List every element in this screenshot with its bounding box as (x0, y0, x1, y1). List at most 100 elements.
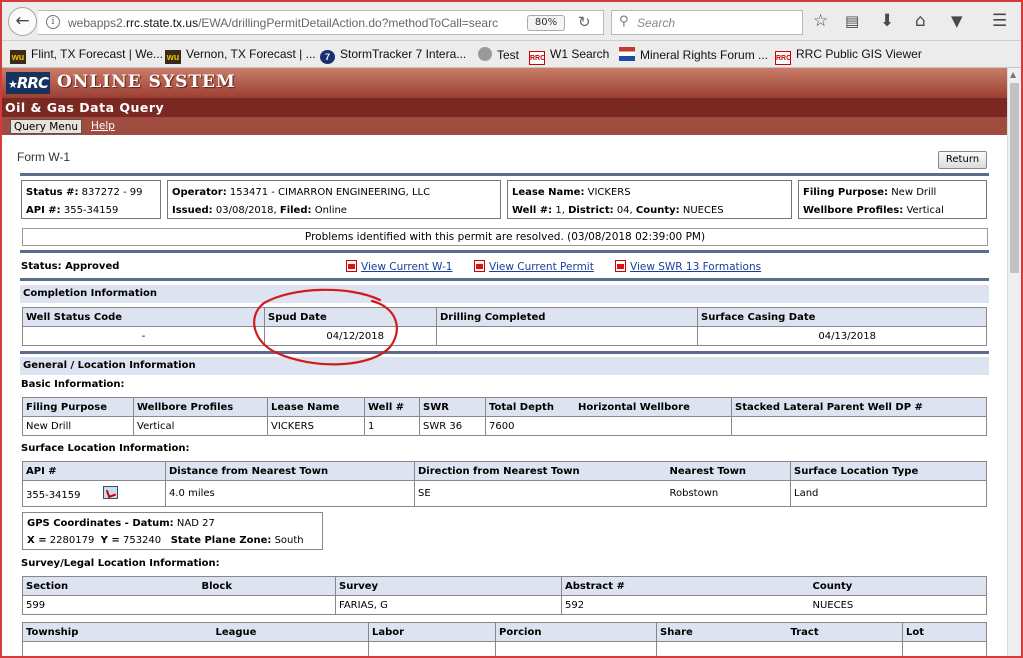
table-row (22, 641, 987, 658)
query-menu-tab[interactable]: Query Menu (10, 119, 83, 134)
back-arrow-icon[interactable]: ← (8, 7, 37, 36)
star-icon[interactable]: ☆ (813, 11, 828, 31)
table-cell (212, 641, 369, 658)
table-header-row: Section Block Survey Abstract # County (22, 576, 987, 596)
filing-box: Filing Purpose: New Drill Wellbore Profi… (798, 180, 987, 219)
pocket-icon[interactable]: ▼ (951, 11, 963, 31)
table-cell: NUECES (809, 595, 987, 615)
bookmarks-bar: wu Flint, TX Forecast | We... wu Vernon, T… (2, 41, 1021, 68)
home-icon[interactable]: ⌂ (915, 11, 926, 31)
surface-info-label: Surface Location Information: (21, 443, 190, 454)
help-link[interactable]: Help (88, 119, 118, 134)
search-box[interactable]: ⚲ Search (611, 10, 803, 35)
divider (20, 173, 989, 176)
zoom-indicator[interactable]: 80% (527, 15, 565, 31)
table-cell: 355-34159 (22, 480, 166, 507)
search-input[interactable]: Search (637, 16, 675, 30)
status-line: Status: Approved (21, 261, 120, 272)
info-icon[interactable]: i (46, 15, 60, 29)
url-text[interactable]: webapps2.rrc.state.tx.us/EWA/drillingPer… (68, 16, 498, 30)
table-cell: - (22, 326, 265, 346)
table-cell (495, 641, 657, 658)
basic-info-label: Basic Information: (21, 379, 125, 390)
table-header-row: API # Distance from Nearest Town Directi… (22, 461, 987, 481)
table-header: Abstract # (561, 576, 810, 596)
permit-message: Problems identified with this permit are… (22, 228, 988, 246)
table-header: Well # (364, 397, 420, 417)
bookmark-item[interactable]: wu Flint, TX Forecast | We... (10, 47, 163, 64)
divider (20, 250, 989, 253)
return-button[interactable]: Return (938, 151, 987, 169)
reading-list-icon[interactable]: ▤ (845, 11, 859, 31)
bookmark-item[interactable]: 7 StormTracker 7 Intera... (320, 47, 466, 64)
rrc-header: ★RRC ONLINE SYSTEM (2, 68, 1007, 98)
table-cell (22, 641, 213, 658)
bookmark-item[interactable]: RRC W1 Search (529, 47, 609, 65)
bookmark-item[interactable]: RRC RRC Public GIS Viewer (775, 47, 922, 65)
search-icon: ⚲ (619, 14, 629, 29)
divider (20, 278, 989, 281)
table-cell: 592 (561, 595, 810, 615)
table-header: Surface Casing Date (697, 307, 987, 327)
url-bar[interactable]: i webapps2.rrc.state.tx.us/EWA/drillingP… (38, 10, 604, 35)
menu-icon[interactable]: ☰ (992, 11, 1007, 31)
lease-box: Lease Name: VICKERS Well #: 1, District:… (507, 180, 792, 219)
view-swr13-link[interactable]: View SWR 13 Formations (615, 260, 761, 273)
table-header: County (809, 576, 987, 596)
table-row: 355-34159 4.0 miles SE Robstown Land (22, 480, 987, 507)
download-icon[interactable]: ⬇ (880, 11, 894, 31)
table-header: Survey (335, 576, 562, 596)
table-header-row: Filing Purpose Wellbore Profiles Lease N… (22, 397, 987, 417)
bookmark-item[interactable]: wu Vernon, TX Forecast | ... (165, 47, 316, 64)
reload-icon[interactable]: ↻ (578, 13, 591, 31)
table-header: Nearest Town (666, 461, 791, 481)
scrollbar[interactable]: ▲ (1007, 68, 1021, 656)
table-header: Drilling Completed (436, 307, 698, 327)
wu-icon: wu (165, 50, 181, 64)
bookmark-item[interactable]: Mineral Rights Forum ... (619, 47, 768, 62)
gps-coordinates-box: GPS Coordinates - Datum: NAD 27 X = 2280… (22, 512, 323, 550)
wu-icon: wu (10, 50, 26, 64)
divider (20, 351, 989, 354)
table-header: Porcion (495, 622, 657, 642)
table-header-row: Well Status Code Spud Date Drilling Comp… (22, 307, 987, 327)
table-cell (198, 595, 336, 615)
table-row: 599 FARIAS, G 592 NUECES (22, 595, 987, 615)
table-header: Section (22, 576, 199, 596)
table-cell: 04/12/2018 (264, 326, 437, 346)
pdf-icon (474, 260, 485, 272)
view-current-permit-link[interactable]: View Current Permit (474, 260, 594, 273)
table-header: API # (22, 461, 166, 481)
table-cell (902, 641, 987, 658)
rrc-icon: RRC (775, 51, 791, 65)
view-current-w1-link[interactable]: View Current W-1 (346, 260, 452, 273)
table-header: Lot (902, 622, 987, 642)
table-cell: Vertical (133, 416, 268, 436)
completion-table: Well Status Code Spud Date Drilling Comp… (22, 307, 987, 346)
survey-info-label: Survey/Legal Location Information: (21, 558, 220, 569)
table-cell (787, 641, 903, 658)
app-title: Oil & Gas Data Query (2, 98, 1007, 117)
table-header: SWR (419, 397, 486, 417)
map-icon[interactable] (102, 486, 118, 499)
table-cell: 599 (22, 595, 199, 615)
table-cell: SWR 36 (419, 416, 486, 436)
table-cell (731, 416, 987, 436)
table-header: Surface Location Type (790, 461, 987, 481)
table-cell: Land (790, 480, 987, 507)
rrc-icon: RRC (529, 51, 545, 65)
channel7-icon: 7 (320, 50, 335, 64)
table-cell (656, 641, 788, 658)
scrollbar-thumb[interactable] (1010, 83, 1019, 273)
pdf-icon (615, 260, 626, 272)
table-header: Direction from Nearest Town (414, 461, 667, 481)
table-cell: 1 (364, 416, 420, 436)
table-cell: New Drill (22, 416, 134, 436)
table-header: Labor (368, 622, 496, 642)
basic-info-table: Filing Purpose Wellbore Profiles Lease N… (22, 397, 987, 436)
table-cell: FARIAS, G (335, 595, 562, 615)
bookmark-item[interactable]: Test (478, 47, 519, 62)
scroll-up-icon[interactable]: ▲ (1010, 70, 1016, 79)
table-header: Wellbore Profiles (133, 397, 268, 417)
table-header: Well Status Code (22, 307, 265, 327)
